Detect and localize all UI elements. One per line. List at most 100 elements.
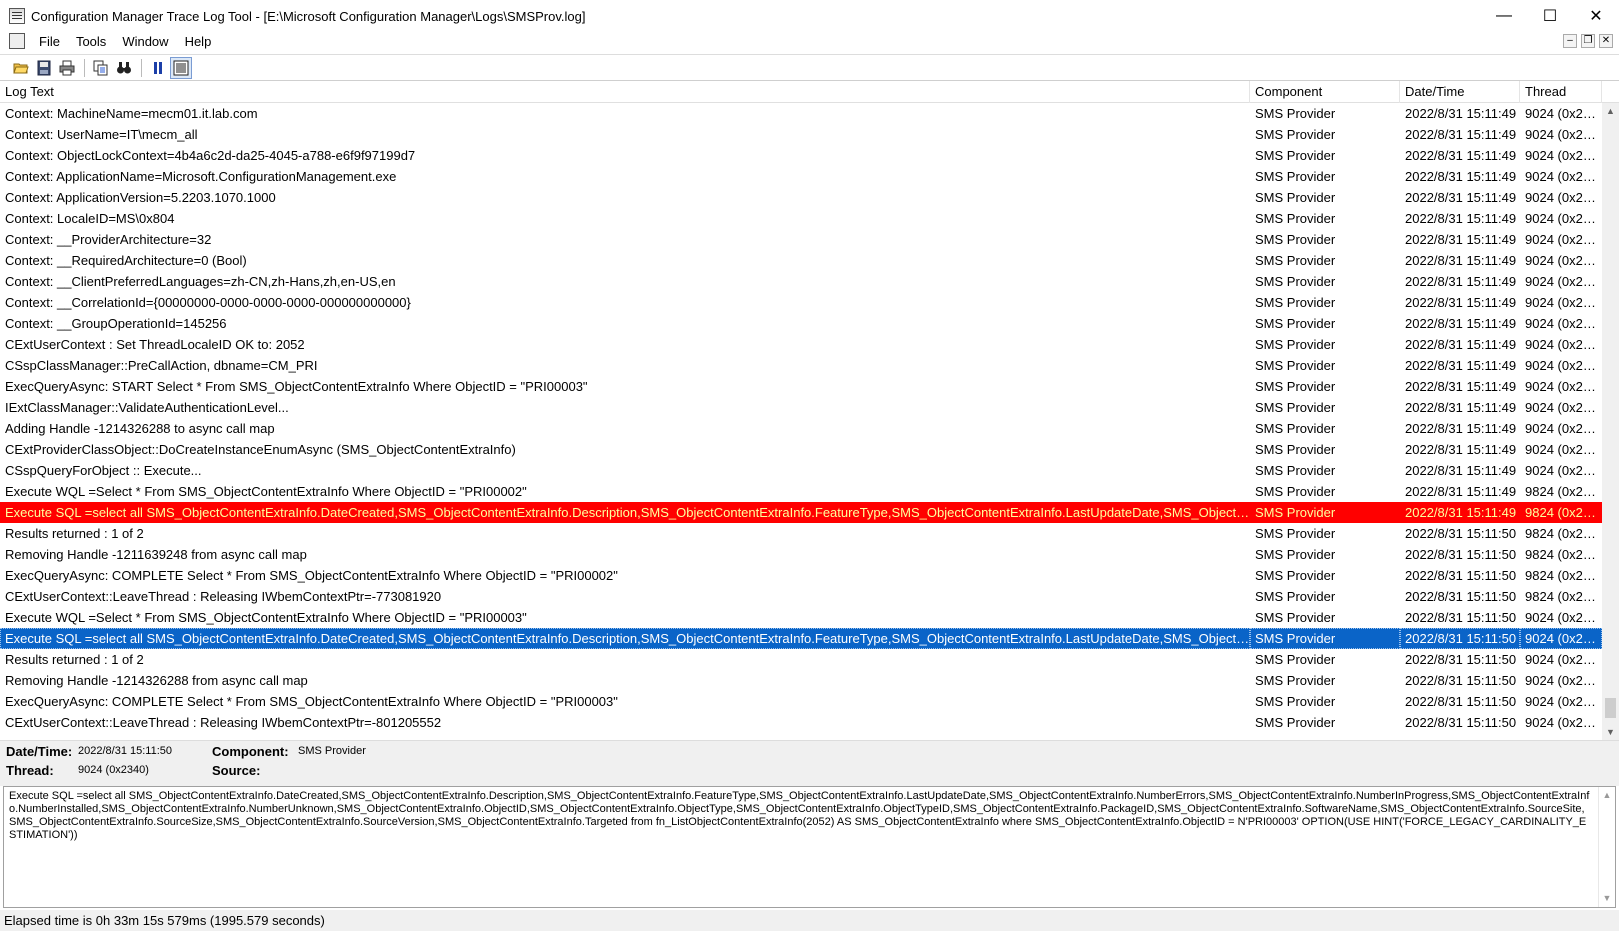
log-row[interactable]: CSspQueryForObject :: Execute... SMS Prov…	[0, 460, 1602, 481]
log-row[interactable]: ExecQueryAsync: START Select * From SMS_…	[0, 376, 1602, 397]
menu-window[interactable]: Window	[114, 34, 176, 49]
datetime-cell: 2022/8/31 15:11:50	[1405, 694, 1517, 709]
log-row[interactable]: CSspClassManager::PreCallAction, dbname=…	[0, 355, 1602, 376]
log-row[interactable]: ExecQueryAsync: COMPLETE Select * From S…	[0, 691, 1602, 712]
datetime-cell: 2022/8/31 15:11:49	[1405, 106, 1517, 121]
log-grid: Log Text Component Date/Time Thread Cont…	[0, 80, 1619, 741]
column-header-component[interactable]: Component	[1250, 81, 1400, 103]
log-row[interactable]: Context: __ProviderArchitecture=32 SMS Pr…	[0, 229, 1602, 250]
datetime-cell: 2022/8/31 15:11:50	[1405, 547, 1517, 562]
log-row[interactable]: Results returned : 1 of 2 SMS Provider 202…	[0, 523, 1602, 544]
scroll-down-icon[interactable]: ▼	[1602, 724, 1619, 741]
datetime-cell: 2022/8/31 15:11:49	[1405, 253, 1517, 268]
mdi-restore-icon[interactable]: ❐	[1581, 34, 1595, 48]
app-icon	[9, 8, 25, 24]
column-header-thread[interactable]: Thread	[1520, 81, 1602, 103]
log-row[interactable]: Context: UserName=IT\mecm_all SMS Provide…	[0, 124, 1602, 145]
log-row[interactable]: Execute WQL =Select * From SMS_ObjectCon…	[0, 481, 1602, 502]
log-text-cell: ExecQueryAsync: COMPLETE Select * From S…	[5, 694, 618, 709]
log-scrollbar[interactable]: ▲ ▼	[1602, 103, 1619, 741]
log-row[interactable]: Execute SQL =select all SMS_ObjectConten…	[0, 502, 1602, 523]
thread-cell: 9024 (0x2340)	[1525, 106, 1602, 121]
log-text-cell: Adding Handle -1214326288 to async call …	[5, 421, 275, 436]
log-row[interactable]: Execute WQL =Select * From SMS_ObjectCon…	[0, 607, 1602, 628]
log-row[interactable]: CExtUserContext : Set ThreadLocaleID OK …	[0, 334, 1602, 355]
component-cell: SMS Provider	[1255, 652, 1336, 667]
log-row[interactable]: Adding Handle -1214326288 to async call …	[0, 418, 1602, 439]
log-text-cell: ExecQueryAsync: START Select * From SMS_…	[5, 379, 588, 394]
log-row[interactable]: Removing Handle -1211639248 from async c…	[0, 544, 1602, 565]
column-header-log-text[interactable]: Log Text	[0, 81, 1250, 103]
thread-cell: 9024 (0x2340)	[1525, 274, 1602, 289]
log-row[interactable]: Context: MachineName=mecm01.it.lab.com SM…	[0, 103, 1602, 124]
document-icon[interactable]	[9, 33, 25, 49]
log-text-cell: Context: UserName=IT\mecm_all	[5, 127, 198, 142]
component-cell: SMS Provider	[1255, 316, 1336, 331]
log-text-cell: CExtProviderClassObject::DoCreateInstanc…	[5, 442, 516, 457]
log-text-cell: Removing Handle -1211639248 from async c…	[5, 547, 307, 562]
message-scrollbar[interactable]: ▲ ▼	[1598, 787, 1615, 907]
log-text-cell: Context: ApplicationName=Microsoft.Confi…	[5, 169, 397, 184]
mdi-close-icon[interactable]: ✕	[1599, 34, 1613, 48]
log-row[interactable]: Context: ApplicationName=Microsoft.Confi…	[0, 166, 1602, 187]
scroll-thumb[interactable]	[1605, 698, 1616, 718]
log-row[interactable]: CExtUserContext::LeaveThread : Releasing…	[0, 586, 1602, 607]
scroll-up-icon[interactable]: ▲	[1599, 787, 1615, 804]
close-button[interactable]: ✕	[1573, 0, 1619, 32]
thread-cell: 9024 (0x2340)	[1525, 463, 1602, 478]
log-row[interactable]: Context: __ClientPreferredLanguages=zh-C…	[0, 271, 1602, 292]
column-header-datetime[interactable]: Date/Time	[1400, 81, 1520, 103]
toolbar	[0, 54, 1619, 80]
message-text-area[interactable]: Execute SQL =select all SMS_ObjectConten…	[3, 786, 1616, 908]
log-row[interactable]: Context: ObjectLockContext=4b4a6c2d-da25…	[0, 145, 1602, 166]
open-folder-icon[interactable]	[10, 57, 32, 79]
log-row[interactable]: CExtUserContext::LeaveThread : Releasing…	[0, 712, 1602, 733]
mdi-minimize-icon[interactable]: –	[1563, 34, 1577, 48]
log-text-cell: Context: ObjectLockContext=4b4a6c2d-da25…	[5, 148, 416, 163]
find-icon[interactable]	[113, 57, 135, 79]
datetime-cell: 2022/8/31 15:11:50	[1405, 673, 1517, 688]
thread-cell: 9824 (0x2660)	[1525, 568, 1602, 583]
pause-icon[interactable]	[147, 57, 169, 79]
mdi-controls: – ❐ ✕	[1563, 34, 1613, 48]
log-text-cell: Context: __ProviderArchitecture=32	[5, 232, 212, 247]
thread-cell: 9024 (0x2340)	[1525, 715, 1602, 730]
component-cell: SMS Provider	[1255, 190, 1336, 205]
menu-file[interactable]: File	[31, 34, 68, 49]
log-text-cell: CExtUserContext::LeaveThread : Releasing…	[5, 589, 442, 604]
menu-bar: File Tools Window Help – ❐ ✕	[0, 30, 1619, 52]
component-cell: SMS Provider	[1255, 568, 1336, 583]
menu-tools[interactable]: Tools	[68, 34, 114, 49]
minimize-button[interactable]: —	[1481, 0, 1527, 32]
scroll-down-icon[interactable]: ▼	[1599, 890, 1615, 907]
log-row[interactable]: Execute SQL =select all SMS_ObjectConten…	[0, 628, 1602, 649]
log-row[interactable]: Context: LocaleID=MS\0x804 SMS Provider 20…	[0, 208, 1602, 229]
save-icon[interactable]	[33, 57, 55, 79]
log-row[interactable]: Context: __CorrelationId={00000000-0000-…	[0, 292, 1602, 313]
print-icon[interactable]	[56, 57, 78, 79]
log-row[interactable]: CExtProviderClassObject::DoCreateInstanc…	[0, 439, 1602, 460]
maximize-button[interactable]: ☐	[1527, 0, 1573, 32]
highlight-icon[interactable]	[170, 56, 192, 79]
datetime-cell: 2022/8/31 15:11:49	[1405, 463, 1517, 478]
log-row[interactable]: Context: ApplicationVersion=5.2203.1070.…	[0, 187, 1602, 208]
datetime-cell: 2022/8/31 15:11:49	[1405, 211, 1517, 226]
component-cell: SMS Provider	[1255, 526, 1336, 541]
thread-cell: 9024 (0x2340)	[1525, 379, 1602, 394]
toolbar-separator	[141, 58, 142, 77]
log-row[interactable]: ExecQueryAsync: COMPLETE Select * From S…	[0, 565, 1602, 586]
log-row[interactable]: Context: __GroupOperationId=145256 SMS Pr…	[0, 313, 1602, 334]
log-row[interactable]: Removing Handle -1214326288 from async c…	[0, 670, 1602, 691]
log-row[interactable]: Results returned : 1 of 2 SMS Provider 202…	[0, 649, 1602, 670]
log-row[interactable]: IExtClassManager::ValidateAuthentication…	[0, 397, 1602, 418]
window-controls: — ☐ ✕	[1481, 0, 1619, 32]
menu-help[interactable]: Help	[177, 34, 220, 49]
component-cell: SMS Provider	[1255, 715, 1336, 730]
component-cell: SMS Provider	[1255, 673, 1336, 688]
log-text-cell: Context: __CorrelationId={00000000-0000-…	[5, 295, 411, 310]
scroll-up-icon[interactable]: ▲	[1602, 103, 1619, 120]
log-row[interactable]: Context: __RequiredArchitecture=0 (Bool)…	[0, 250, 1602, 271]
copy-icon[interactable]	[90, 57, 112, 79]
datetime-cell: 2022/8/31 15:11:49	[1405, 316, 1517, 331]
grid-body: Context: MachineName=mecm01.it.lab.com SM…	[0, 103, 1602, 733]
